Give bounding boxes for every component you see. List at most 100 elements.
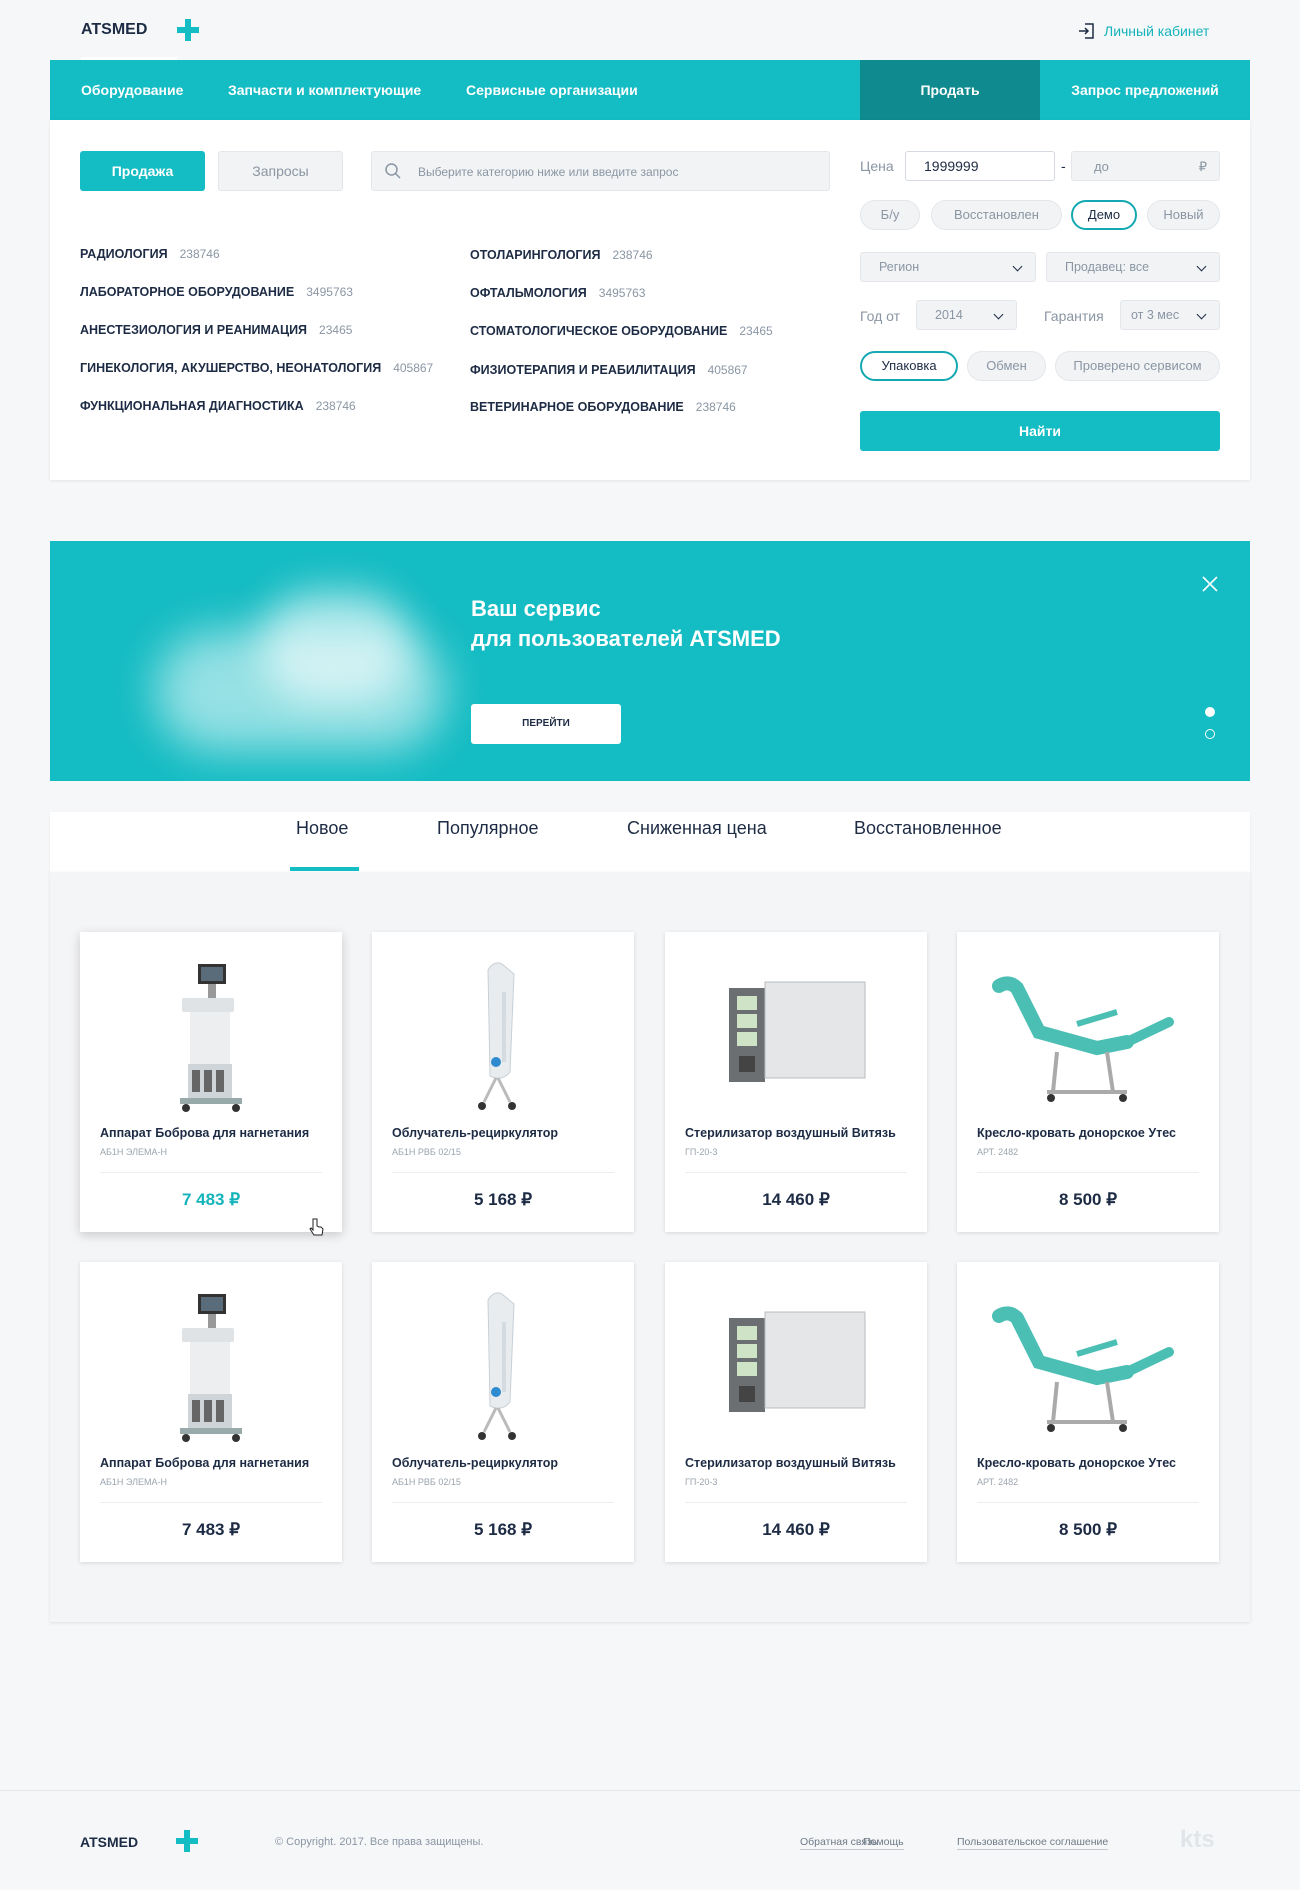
price-from-input[interactable]: 1999999 bbox=[905, 151, 1055, 181]
condition-used[interactable]: Б/у bbox=[860, 200, 920, 230]
footer-cross-icon bbox=[176, 1830, 198, 1852]
tab-sale[interactable]: Продажа bbox=[80, 151, 205, 191]
category-link[interactable]: ФУНКЦИОНАЛЬНАЯ ДИАГНОСТИКА 238746 bbox=[80, 399, 356, 413]
extra-checked[interactable]: Проверено сервисом bbox=[1055, 351, 1220, 381]
tab-restored[interactable]: Восстановленное bbox=[854, 818, 1002, 839]
product-price: 14 460 ₽ bbox=[762, 1520, 830, 1539]
kts-brand-logo[interactable]: kts bbox=[1180, 1826, 1215, 1854]
product-title[interactable]: Стерилизатор воздушный Витязь bbox=[685, 1456, 896, 1470]
account-link[interactable]: Личный кабинет bbox=[1078, 20, 1209, 42]
price-to-input[interactable]: до ₽ bbox=[1071, 151, 1220, 181]
recirculator-image bbox=[478, 962, 516, 1110]
pointer-cursor-icon bbox=[309, 1218, 324, 1236]
region-select[interactable]: Регион bbox=[860, 252, 1036, 282]
product-price: 5 168 ₽ bbox=[473, 1520, 533, 1539]
nav-item-parts[interactable]: Запчасти и комплектующие bbox=[228, 60, 421, 120]
tab-new[interactable]: Новое bbox=[296, 818, 348, 839]
sell-button[interactable]: Продать bbox=[860, 60, 1040, 120]
product-price: 14 460 ₽ bbox=[762, 1190, 830, 1209]
ultrasound-machine-image bbox=[180, 964, 242, 1112]
search-input[interactable]: Выберите категорию ниже или введите запр… bbox=[371, 151, 830, 191]
product-card[interactable]: Аппарат Боброва для нагнетания АБ1Н ЭЛЕМ… bbox=[80, 932, 342, 1232]
product-code: АРТ. 2482 bbox=[977, 1477, 1019, 1487]
nav-item-equipment[interactable]: Оборудование bbox=[81, 60, 183, 120]
product-title[interactable]: Кресло-кровать донорское Утес bbox=[977, 1456, 1176, 1470]
divider bbox=[100, 1502, 322, 1503]
seller-select[interactable]: Продавец: все bbox=[1046, 252, 1220, 282]
category-link[interactable]: ВЕТЕРИНАРНОЕ ОБОРУДОВАНИЕ 238746 bbox=[470, 400, 736, 414]
recirculator-image bbox=[478, 1292, 516, 1440]
category-link[interactable]: ЛАБОРАТОРНОЕ ОБОРУДОВАНИЕ 3495763 bbox=[80, 285, 353, 299]
product-code: ГП-20-3 bbox=[685, 1477, 718, 1487]
product-code: АБ1Н ЭЛЕМА-Н bbox=[100, 1477, 167, 1487]
product-price: 7 483 ₽ bbox=[181, 1190, 241, 1209]
request-offers-button[interactable]: Запрос предложений bbox=[1040, 60, 1250, 120]
currency-sign: ₽ bbox=[1198, 159, 1207, 174]
condition-demo[interactable]: Демо bbox=[1071, 200, 1137, 230]
ultrasound-machine-image bbox=[180, 1294, 242, 1442]
category-link[interactable]: АНЕСТЕЗИОЛОГИЯ И РЕАНИМАЦИЯ 23465 bbox=[80, 323, 352, 337]
condition-restored[interactable]: Восстановлен bbox=[931, 200, 1062, 230]
slide-dot[interactable] bbox=[1205, 729, 1215, 739]
cloud-decoration bbox=[260, 591, 410, 701]
product-price: 8 500 ₽ bbox=[1058, 1520, 1118, 1539]
product-code: АРТ. 2482 bbox=[977, 1147, 1019, 1157]
product-card[interactable]: Аппарат Боброва для нагнетания АБ1Н ЭЛЕМ… bbox=[80, 1262, 342, 1562]
product-title[interactable]: Аппарат Боброва для нагнетания bbox=[100, 1126, 309, 1140]
divider bbox=[977, 1502, 1199, 1503]
price-to-placeholder: до bbox=[1094, 159, 1109, 174]
account-label: Личный кабинет bbox=[1104, 23, 1210, 39]
search-placeholder: Выберите категорию ниже или введите запр… bbox=[418, 165, 679, 179]
product-title[interactable]: Аппарат Боброва для нагнетания bbox=[100, 1456, 309, 1470]
footer-link-help[interactable]: Помощь bbox=[863, 1836, 904, 1850]
category-link[interactable]: ОФТАЛЬМОЛОГИЯ 3495763 bbox=[470, 286, 645, 300]
footer-logo[interactable]: ATSMED bbox=[80, 1834, 138, 1850]
divider bbox=[685, 1172, 907, 1173]
footer-link-agreement[interactable]: Пользовательское соглашение bbox=[957, 1836, 1109, 1850]
nav-item-service[interactable]: Сервисные организации bbox=[466, 60, 638, 120]
product-code: АБ1Н ЭЛЕМА-Н bbox=[100, 1147, 167, 1157]
divider bbox=[685, 1502, 907, 1503]
product-title[interactable]: Облучатель-рециркулятор bbox=[392, 1456, 558, 1470]
find-button[interactable]: Найти bbox=[860, 411, 1220, 451]
search-icon bbox=[385, 163, 401, 179]
product-card[interactable]: Кресло-кровать донорское Утес АРТ. 2482 … bbox=[957, 1262, 1219, 1562]
category-link[interactable]: ФИЗИОТЕРАПИЯ И РЕАБИЛИТАЦИЯ 405867 bbox=[470, 363, 748, 377]
product-code: АБ1Н РВБ 02/15 bbox=[392, 1147, 461, 1157]
extra-exchange[interactable]: Обмен bbox=[967, 351, 1046, 381]
logo[interactable]: ATSMED bbox=[81, 21, 147, 39]
warranty-label: Гарантия bbox=[1044, 308, 1104, 324]
category-link[interactable]: РАДИОЛОГИЯ 238746 bbox=[80, 247, 220, 261]
product-card[interactable]: Облучатель-рециркулятор АБ1Н РВБ 02/15 5… bbox=[372, 932, 634, 1232]
product-card[interactable]: Кресло-кровать донорское Утес АРТ. 2482 … bbox=[957, 932, 1219, 1232]
tab-popular[interactable]: Популярное bbox=[437, 818, 539, 839]
extra-packaging[interactable]: Упаковка bbox=[860, 351, 958, 381]
product-code: ГП-20-3 bbox=[685, 1147, 718, 1157]
product-title[interactable]: Стерилизатор воздушный Витязь bbox=[685, 1126, 896, 1140]
chevron-down-icon bbox=[993, 309, 1004, 320]
year-label: Год от bbox=[860, 308, 901, 324]
chevron-down-icon bbox=[1196, 309, 1207, 320]
category-link[interactable]: ГИНЕКОЛОГИЯ, АКУШЕРСТВО, НЕОНАТОЛОГИЯ 405… bbox=[80, 361, 433, 375]
category-link[interactable]: СТОМАТОЛОГИЧЕСКОЕ ОБОРУДОВАНИЕ 23465 bbox=[470, 324, 773, 338]
warranty-select[interactable]: от 3 мес bbox=[1120, 300, 1220, 330]
product-card[interactable]: Стерилизатор воздушный Витязь ГП-20-3 14… bbox=[665, 932, 927, 1232]
product-title[interactable]: Кресло-кровать донорское Утес bbox=[977, 1126, 1176, 1140]
close-icon[interactable] bbox=[1202, 576, 1218, 592]
tab-active-underline bbox=[290, 867, 359, 871]
category-link[interactable]: ОТОЛАРИНГОЛОГИЯ 238746 bbox=[470, 248, 653, 262]
chevron-down-icon bbox=[1196, 261, 1207, 272]
product-title[interactable]: Облучатель-рециркулятор bbox=[392, 1126, 558, 1140]
product-code: АБ1Н РВБ 02/15 bbox=[392, 1477, 461, 1487]
slide-dot-active[interactable] bbox=[1205, 707, 1215, 717]
divider bbox=[392, 1172, 614, 1173]
banner-go-button[interactable]: ПЕРЕЙТИ bbox=[471, 704, 621, 744]
tab-discount[interactable]: Сниженная цена bbox=[627, 818, 767, 839]
tab-requests[interactable]: Запросы bbox=[218, 151, 343, 191]
price-label: Цена bbox=[860, 158, 894, 174]
product-price: 8 500 ₽ bbox=[1058, 1190, 1118, 1209]
product-card[interactable]: Стерилизатор воздушный Витязь ГП-20-3 14… bbox=[665, 1262, 927, 1562]
condition-new[interactable]: Новый bbox=[1147, 200, 1220, 230]
year-select[interactable]: 2014 bbox=[916, 300, 1017, 330]
product-card[interactable]: Облучатель-рециркулятор АБ1Н РВБ 02/15 5… bbox=[372, 1262, 634, 1562]
